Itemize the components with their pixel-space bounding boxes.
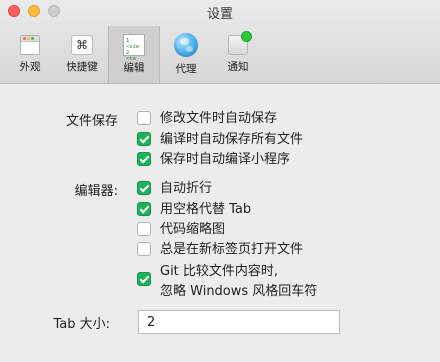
- tab-notifications-label: 通知: [227, 61, 249, 73]
- preferences-toolbar: 外观 ⌘ 快捷键 1 <vie 2 <te 编辑 代理 通知: [0, 26, 264, 83]
- editor-icon: 1 <vie 2 <te: [123, 34, 145, 62]
- option-autosave-on-change[interactable]: 修改文件时自动保存: [137, 110, 277, 127]
- checkbox-word-wrap[interactable]: [137, 181, 151, 195]
- option-save-all-on-compile[interactable]: 编译时自动保存所有文件: [137, 131, 303, 148]
- tab-notifications[interactable]: 通知: [212, 26, 264, 83]
- checkbox-open-in-new-tab[interactable]: [137, 242, 151, 256]
- checkbox-spaces-for-tab[interactable]: [137, 202, 151, 216]
- title-toolbar: 设置 外观 ⌘ 快捷键 1 <vie 2 <te 编辑 代理 通知: [0, 0, 440, 84]
- file-save-label: 文件保存: [65, 114, 118, 129]
- checkbox-git-ignore-crlf[interactable]: [137, 272, 151, 286]
- option-spaces-for-tab[interactable]: 用空格代替 Tab: [137, 201, 251, 218]
- option-compile-on-save[interactable]: 保存时自动编译小程序: [137, 151, 290, 168]
- tab-appearance-label: 外观: [19, 61, 41, 73]
- option-git-ignore-crlf[interactable]: Git 比较文件内容时, 忽略 Windows 风格回车符: [137, 262, 317, 302]
- checkbox-autosave-on-change[interactable]: [137, 111, 151, 125]
- option-label: 保存时自动编译小程序: [160, 152, 291, 167]
- checkbox-compile-on-save[interactable]: [137, 152, 151, 166]
- notification-dot-icon: [241, 31, 252, 42]
- option-label: 用空格代替 Tab: [160, 202, 252, 217]
- tab-size-input[interactable]: [138, 310, 340, 334]
- tab-shortcuts[interactable]: ⌘ 快捷键: [56, 26, 108, 83]
- option-word-wrap[interactable]: 自动折行: [137, 180, 212, 197]
- option-label: 修改文件时自动保存: [160, 111, 278, 126]
- option-label-line-2: 忽略 Windows 风格回车符: [160, 284, 318, 299]
- tab-editor[interactable]: 1 <vie 2 <te 编辑: [108, 26, 160, 83]
- editor-icon-line-2: 2 <te: [126, 50, 136, 62]
- checkbox-minimap[interactable]: [137, 222, 151, 236]
- option-label: 自动折行: [160, 181, 213, 196]
- window-title: 设置: [206, 7, 233, 22]
- option-open-in-new-tab[interactable]: 总是在新标签页打开文件: [137, 241, 303, 258]
- editor-icon-line-1: 1 <vie: [126, 38, 140, 50]
- option-label: 代码缩略图: [160, 222, 226, 237]
- option-minimap[interactable]: 代码缩略图: [137, 221, 225, 238]
- option-label: 总是在新标签页打开文件: [160, 242, 304, 257]
- globe-icon: [174, 33, 198, 57]
- option-label: 编译时自动保存所有文件: [160, 132, 304, 147]
- editor-section-label: 编辑器:: [74, 184, 118, 199]
- tab-size-label: Tab 大小:: [53, 317, 110, 332]
- option-label: Git 比较文件内容时, 忽略 Windows 风格回车符: [160, 262, 317, 302]
- tab-proxy[interactable]: 代理: [160, 26, 212, 83]
- option-label-line-1: Git 比较文件内容时,: [160, 264, 279, 279]
- command-key-icon: ⌘: [71, 35, 93, 55]
- tab-shortcuts-label: 快捷键: [66, 61, 98, 73]
- settings-window: 设置 外观 ⌘ 快捷键 1 <vie 2 <te 编辑 代理 通知 文件保存 修…: [0, 0, 440, 362]
- tab-appearance[interactable]: 外观: [4, 26, 56, 83]
- tab-proxy-label: 代理: [175, 63, 197, 75]
- notification-icon: [228, 31, 252, 55]
- tab-editor-label: 编辑: [123, 62, 145, 74]
- checkbox-save-all-on-compile[interactable]: [137, 132, 151, 146]
- appearance-icon: [20, 35, 40, 55]
- editor-settings-panel: 文件保存 修改文件时自动保存 编译时自动保存所有文件 保存时自动编译小程序 编辑…: [0, 84, 440, 362]
